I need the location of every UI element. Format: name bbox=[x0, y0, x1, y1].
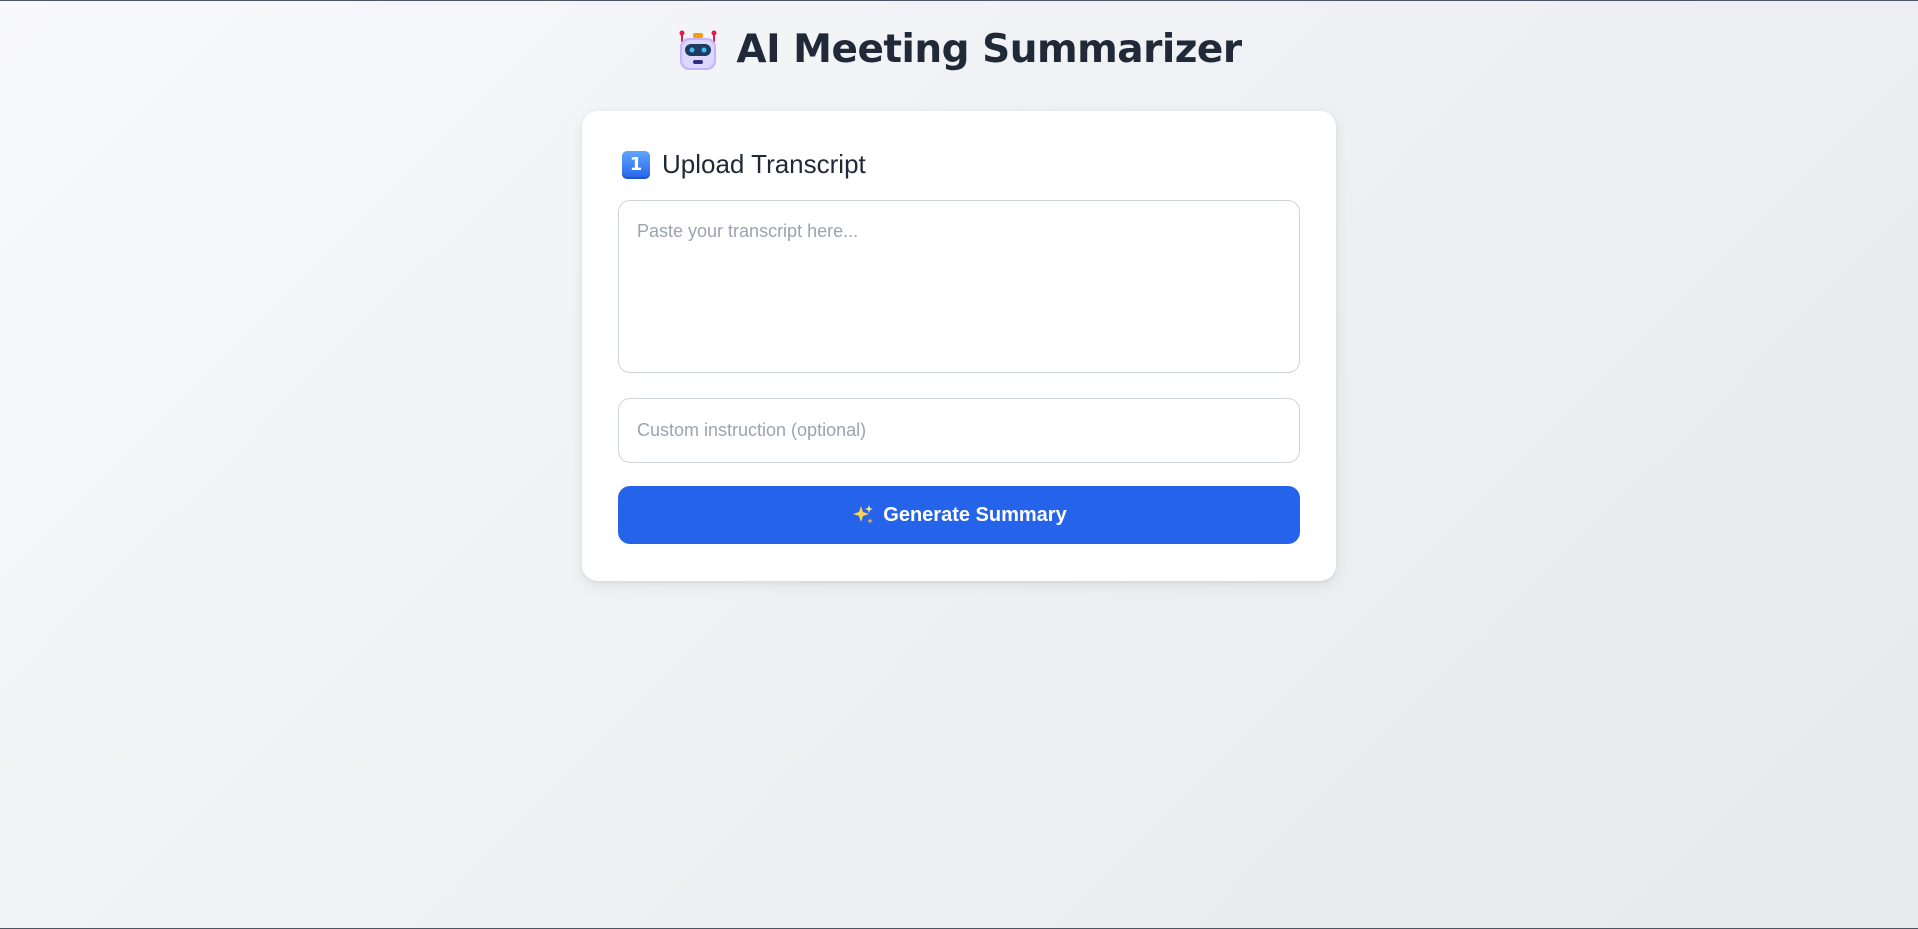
page-title-text: AI Meeting Summarizer bbox=[736, 27, 1242, 72]
robot-icon bbox=[676, 28, 720, 72]
section-heading-text: Upload Transcript bbox=[662, 149, 866, 179]
upload-card: 1 Upload Transcript Generate Summary bbox=[582, 111, 1336, 581]
generate-summary-button[interactable]: Generate Summary bbox=[618, 486, 1300, 544]
page-title: AI Meeting Summarizer bbox=[0, 27, 1918, 72]
custom-instruction-input[interactable] bbox=[618, 398, 1300, 463]
sparkles-icon bbox=[851, 503, 875, 527]
keycap-1-icon: 1 bbox=[622, 150, 650, 179]
generate-summary-label: Generate Summary bbox=[883, 503, 1067, 526]
transcript-input[interactable] bbox=[618, 200, 1300, 373]
section-heading: 1 Upload Transcript bbox=[622, 149, 866, 180]
